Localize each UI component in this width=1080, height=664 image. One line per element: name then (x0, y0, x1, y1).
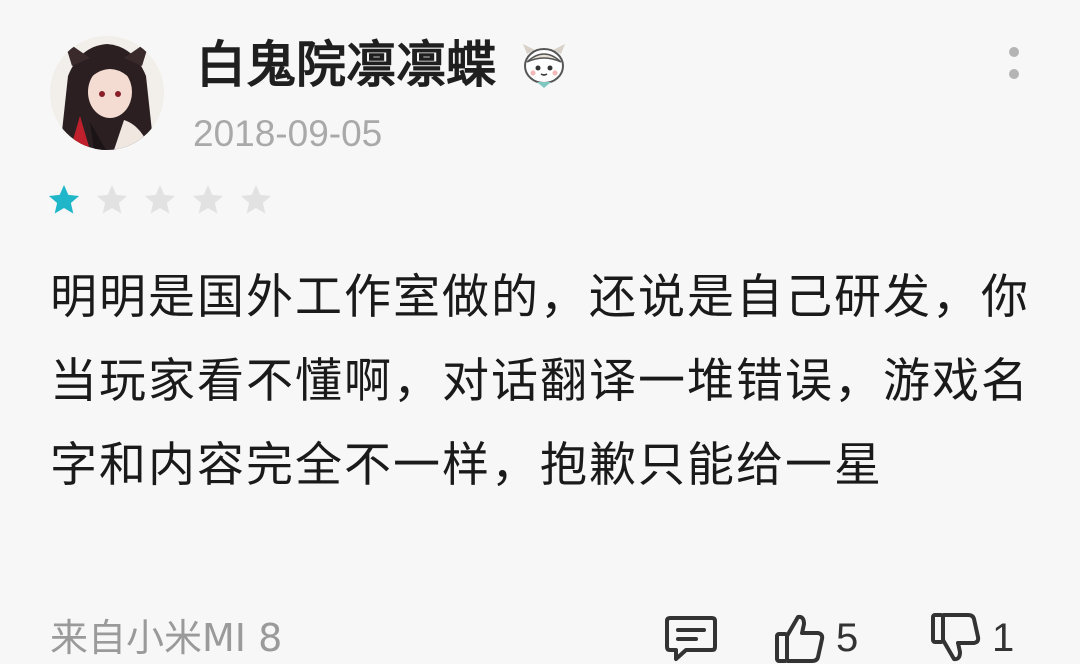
star-rating (46, 182, 274, 218)
username[interactable]: 白鬼院凛凛蝶 (196, 34, 496, 96)
more-vertical-icon[interactable] (1000, 44, 1028, 84)
thumbs-up-icon (775, 614, 825, 663)
dislike-button[interactable]: 1 (930, 612, 1014, 664)
review-date: 2018-09-05 (193, 113, 383, 154)
comment-button[interactable] (664, 612, 718, 664)
star-icon-filled (49, 185, 79, 214)
dislike-count: 1 (992, 615, 1015, 660)
star-icon-empty (241, 185, 271, 214)
user-avatar[interactable] (50, 36, 164, 150)
review-text: 明明是国外工作室做的，还说是自己研发，你当玩家看不懂啊，对话翻译一堆错误，游戏名… (50, 270, 1030, 493)
star-icon-empty (193, 185, 223, 214)
star-icon-empty (97, 185, 127, 214)
device-info: 来自小米MI 8 (50, 616, 283, 660)
like-button[interactable]: 5 (774, 612, 858, 664)
like-count: 5 (836, 615, 859, 660)
comment-icon (665, 616, 717, 661)
badge-icon (519, 40, 569, 90)
star-icon-empty (145, 185, 175, 214)
thumbs-down-icon (931, 613, 981, 662)
